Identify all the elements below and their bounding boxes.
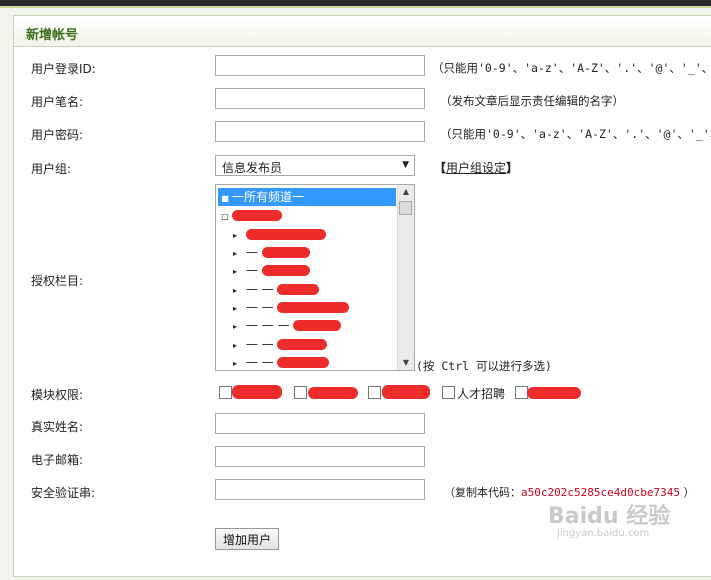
list-item[interactable]: ▸ — —	[228, 298, 350, 316]
module-label-talent: 人才招聘	[457, 387, 506, 401]
baidu-watermark: Baidu 经验	[548, 498, 670, 530]
penname-label: 用户笔名:	[31, 95, 84, 109]
module-checkbox[interactable]	[219, 386, 232, 399]
arrow-right-icon: ▸	[232, 359, 237, 368]
realname-input[interactable]	[215, 413, 425, 434]
module-checkbox-talent[interactable]	[442, 386, 455, 399]
group-settings-link[interactable]: 用户组设定	[446, 161, 506, 175]
square-icon: □	[221, 212, 229, 221]
top-accent-line	[0, 6, 711, 8]
scroll-thumb[interactable]	[399, 201, 412, 215]
list-item[interactable]: ▸ — —	[228, 335, 328, 353]
scroll-up-icon[interactable]: ▲	[398, 185, 414, 199]
chevron-down-icon: ▼	[402, 160, 409, 170]
redacted-text	[232, 385, 282, 399]
arrow-right-icon: ▸	[232, 267, 237, 276]
list-item[interactable]: ▸ —	[228, 261, 310, 279]
list-item[interactable]: ▸	[228, 225, 326, 243]
baidu-watermark-url: jingyan.baidu.com	[557, 528, 650, 539]
list-item[interactable]: ▸ — — —	[228, 316, 342, 334]
group-label: 用户组:	[31, 162, 72, 176]
redacted-text	[308, 387, 358, 399]
password-hint: （只能用'0-9'、'a-z'、'A-Z'、'.'、'@'、'_'、'-'	[440, 127, 711, 141]
userid-hint: （只能用'0-9'、'a-z'、'A-Z'、'.'、'@'、'_'、'-'	[432, 61, 711, 75]
password-label: 用户密码:	[31, 128, 84, 142]
penname-input[interactable]	[215, 88, 425, 109]
redacted-text	[382, 385, 430, 399]
channels-listbox[interactable]: ■ 一所有频道一 □ ▸ ▸ — ▸ — ▸ — — ▸ — — ▸ — — — …	[215, 184, 415, 371]
penname-hint: （发布文章后显示责任编辑的名字）	[440, 94, 624, 108]
email-label: 电子邮箱:	[31, 453, 84, 467]
email-input[interactable]	[215, 446, 425, 467]
panel-title: 新增帐号	[26, 28, 79, 43]
modules-label: 模块权限:	[31, 388, 84, 402]
list-item-all-channels[interactable]: ■ 一所有频道一	[218, 188, 396, 206]
safecode-label: 安全验证串:	[31, 486, 96, 500]
module-checkbox[interactable]	[294, 386, 307, 399]
link-bracket-close: 】	[506, 161, 519, 175]
listbox-scrollbar[interactable]: ▲ ▼	[397, 185, 414, 370]
multiselect-hint: (按 Ctrl 可以进行多选)	[416, 359, 552, 373]
list-item[interactable]: ▸ — —	[228, 280, 320, 298]
list-item[interactable]: ▸ —	[228, 243, 310, 261]
channels-label: 授权栏目:	[31, 274, 84, 288]
realname-label: 真实姓名:	[31, 420, 84, 434]
group-select-value: 信息发布员	[222, 161, 283, 175]
userid-input[interactable]	[215, 55, 425, 76]
list-item[interactable]: □	[218, 206, 282, 224]
group-select[interactable]: 信息发布员 ▼	[215, 155, 415, 176]
list-item[interactable]: ▸ — —	[228, 353, 330, 370]
baidu-logo-text: Baidu 经验	[548, 504, 671, 529]
scroll-down-icon[interactable]: ▼	[398, 356, 414, 370]
password-input[interactable]	[215, 121, 425, 142]
link-bracket-open: 【	[434, 161, 447, 175]
arrow-right-icon: ▸	[232, 322, 237, 331]
panel-header: 新增帐号	[14, 16, 711, 47]
userid-label: 用户登录ID:	[31, 62, 96, 76]
group-settings-link-wrap: 【用户组设定】	[434, 159, 518, 176]
add-user-button[interactable]: 增加用户	[215, 528, 279, 550]
module-checkbox[interactable]	[368, 386, 381, 399]
redacted-text	[527, 387, 581, 399]
safecode-input[interactable]	[215, 479, 425, 500]
